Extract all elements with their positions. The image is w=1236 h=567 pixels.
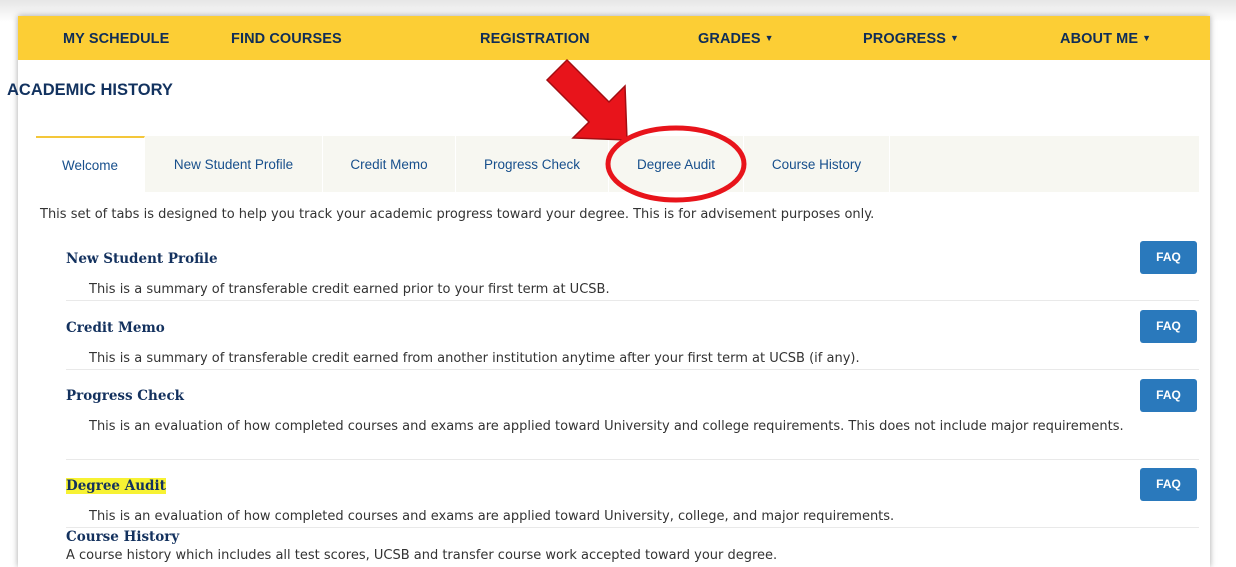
page-title: ACADEMIC HISTORY xyxy=(7,81,173,99)
caret-down-icon: ▼ xyxy=(764,33,774,43)
nav-registration[interactable]: REGISTRATION xyxy=(480,16,590,60)
section-desc: A course history which includes all test… xyxy=(66,548,778,563)
section-title-credit-memo: Credit Memo xyxy=(66,320,165,336)
nav-label: ABOUT ME xyxy=(1060,31,1139,47)
nav-about-me[interactable]: ABOUT ME ▼ xyxy=(1060,16,1151,60)
divider xyxy=(66,300,1199,301)
section-desc: This is a summary of transferable credit… xyxy=(89,282,610,297)
section-desc: This is an evaluation of how completed c… xyxy=(89,419,1124,434)
tab-label: New Student Profile xyxy=(173,157,294,172)
top-nav: MY SCHEDULE FIND COURSES REGISTRATION GR… xyxy=(18,16,1210,60)
intro-text: This set of tabs is designed to help you… xyxy=(40,207,875,222)
nav-label: REGISTRATION xyxy=(480,31,590,47)
nav-label: GRADES xyxy=(698,31,761,47)
divider xyxy=(66,369,1199,370)
section-title-course-history: Course History xyxy=(66,529,180,545)
section-title-degree-audit: Degree Audit xyxy=(66,478,166,494)
nav-label: FIND COURSES xyxy=(231,31,342,47)
faq-button[interactable]: FAQ xyxy=(1140,379,1197,412)
caret-down-icon: ▼ xyxy=(1142,33,1152,43)
tab-label: Credit Memo xyxy=(350,157,428,172)
divider xyxy=(66,527,1199,528)
screenshot-frame: MY SCHEDULE FIND COURSES REGISTRATION GR… xyxy=(0,0,1236,567)
faq-button[interactable]: FAQ xyxy=(1140,310,1197,343)
section-desc: This is a summary of transferable credit… xyxy=(89,351,860,366)
tab-label: Degree Audit xyxy=(636,157,716,172)
page: MY SCHEDULE FIND COURSES REGISTRATION GR… xyxy=(7,16,1210,567)
tab-course-history[interactable]: Course History xyxy=(744,136,890,192)
section-desc: This is an evaluation of how completed c… xyxy=(89,509,895,524)
tab-new-student-profile[interactable]: New Student Profile xyxy=(145,136,323,192)
faq-button[interactable]: FAQ xyxy=(1140,241,1197,274)
tab-welcome[interactable]: Welcome xyxy=(36,136,145,192)
highlighted-title: Degree Audit xyxy=(66,478,166,494)
faq-button[interactable]: FAQ xyxy=(1140,468,1197,501)
nav-label: PROGRESS xyxy=(863,31,946,47)
nav-grades[interactable]: GRADES ▼ xyxy=(698,16,774,60)
tab-degree-audit[interactable]: Degree Audit xyxy=(609,136,744,192)
tab-label: Welcome xyxy=(61,158,119,173)
tab-label: Course History xyxy=(771,157,862,172)
section-title-progress-check: Progress Check xyxy=(66,388,185,404)
divider xyxy=(66,459,1199,460)
nav-find-courses[interactable]: FIND COURSES xyxy=(231,16,342,60)
section-title-new-student-profile: New Student Profile xyxy=(66,251,218,267)
tab-bar: Welcome New Student Profile Credit Memo … xyxy=(36,136,1199,192)
caret-down-icon: ▼ xyxy=(950,33,960,43)
tab-progress-check[interactable]: Progress Check xyxy=(456,136,609,192)
nav-label: MY SCHEDULE xyxy=(63,31,170,47)
nav-progress[interactable]: PROGRESS ▼ xyxy=(863,16,959,60)
nav-my-schedule[interactable]: MY SCHEDULE xyxy=(63,16,169,60)
tab-credit-memo[interactable]: Credit Memo xyxy=(323,136,456,192)
tab-label: Progress Check xyxy=(483,157,581,172)
